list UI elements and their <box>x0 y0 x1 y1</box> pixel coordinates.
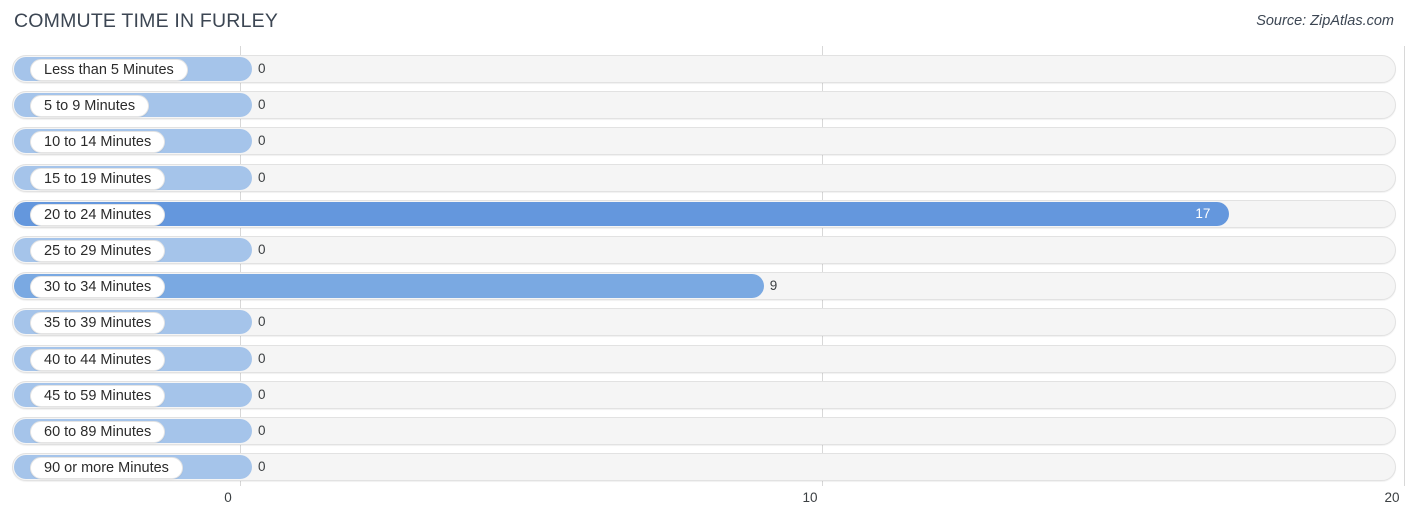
bar-category-label: 35 to 39 Minutes <box>30 312 166 335</box>
bar-row[interactable]: 90 or more Minutes 0 <box>12 453 1396 482</box>
bar-category-label: 60 to 89 Minutes <box>30 421 166 443</box>
bar-value-label: 0 <box>258 133 266 149</box>
bar-row[interactable]: Less than 5 Minutes 0 <box>12 55 1396 83</box>
bar-category-label: 25 to 29 Minutes <box>30 240 166 262</box>
x-axis: 0 10 20 <box>0 486 1406 523</box>
bar-fill <box>14 201 1230 226</box>
bar-category-label: Less than 5 Minutes <box>30 59 188 81</box>
bar-value-label: 0 <box>258 242 266 257</box>
bar-category-label: 30 to 34 Minutes <box>30 276 166 299</box>
chart-header: COMMUTE TIME IN FURLEY Source: ZipAtlas.… <box>0 0 1406 46</box>
bar-value-label: 0 <box>258 169 266 185</box>
bar-category-label: 45 to 59 Minutes <box>30 384 166 407</box>
bar-row[interactable]: 5 to 9 Minutes 0 <box>12 91 1396 120</box>
bar-value-label: 0 <box>258 350 266 366</box>
source-attribution: Source: ZipAtlas.com <box>1256 13 1394 29</box>
bar-row[interactable]: 15 to 19 Minutes 0 <box>12 163 1396 192</box>
bar-value-label: 0 <box>258 386 266 402</box>
bar-row[interactable]: 35 to 39 Minutes 0 <box>12 308 1396 337</box>
bar-value-label: 9 <box>769 278 778 294</box>
bar-row[interactable]: 60 to 89 Minutes 0 <box>12 417 1396 445</box>
bar-chart-plot-area: Less than 5 Minutes 0 5 to 9 Minutes 0 10 to… <box>0 46 1406 486</box>
bar-value-label: 0 <box>258 314 266 330</box>
bar-category-label: 90 or more Minutes <box>30 457 183 480</box>
bar-category-label: 5 to 9 Minutes <box>30 95 150 118</box>
bar-row[interactable]: 30 to 34 Minutes 9 <box>12 272 1396 301</box>
bar-category-label: 10 to 14 Minutes <box>30 131 166 154</box>
bar-value-label: 0 <box>258 61 266 76</box>
x-axis-tick-label: 10 <box>802 490 818 505</box>
bar-row[interactable]: 40 to 44 Minutes 0 <box>12 344 1396 373</box>
bar-value-label: 0 <box>258 97 266 113</box>
bar-row[interactable]: 20 to 24 Minutes 17 <box>12 199 1396 228</box>
page-title: COMMUTE TIME IN FURLEY <box>14 10 279 32</box>
bar-category-label: 15 to 19 Minutes <box>30 167 166 190</box>
gridline <box>1404 46 1405 486</box>
bar-row[interactable]: 10 to 14 Minutes 0 <box>12 127 1396 156</box>
bar-category-label: 20 to 24 Minutes <box>30 203 166 226</box>
bar-value-label: 0 <box>258 459 266 475</box>
bar-value-label: 0 <box>258 423 266 438</box>
x-axis-tick-label: 20 <box>1384 490 1400 505</box>
bar-category-label: 40 to 44 Minutes <box>30 348 166 371</box>
bar-row[interactable]: 25 to 29 Minutes 0 <box>12 236 1396 264</box>
bar-row[interactable]: 45 to 59 Minutes 0 <box>12 380 1396 409</box>
bar-value-label: 17 <box>1195 205 1211 221</box>
x-axis-tick-label: 0 <box>224 490 232 505</box>
